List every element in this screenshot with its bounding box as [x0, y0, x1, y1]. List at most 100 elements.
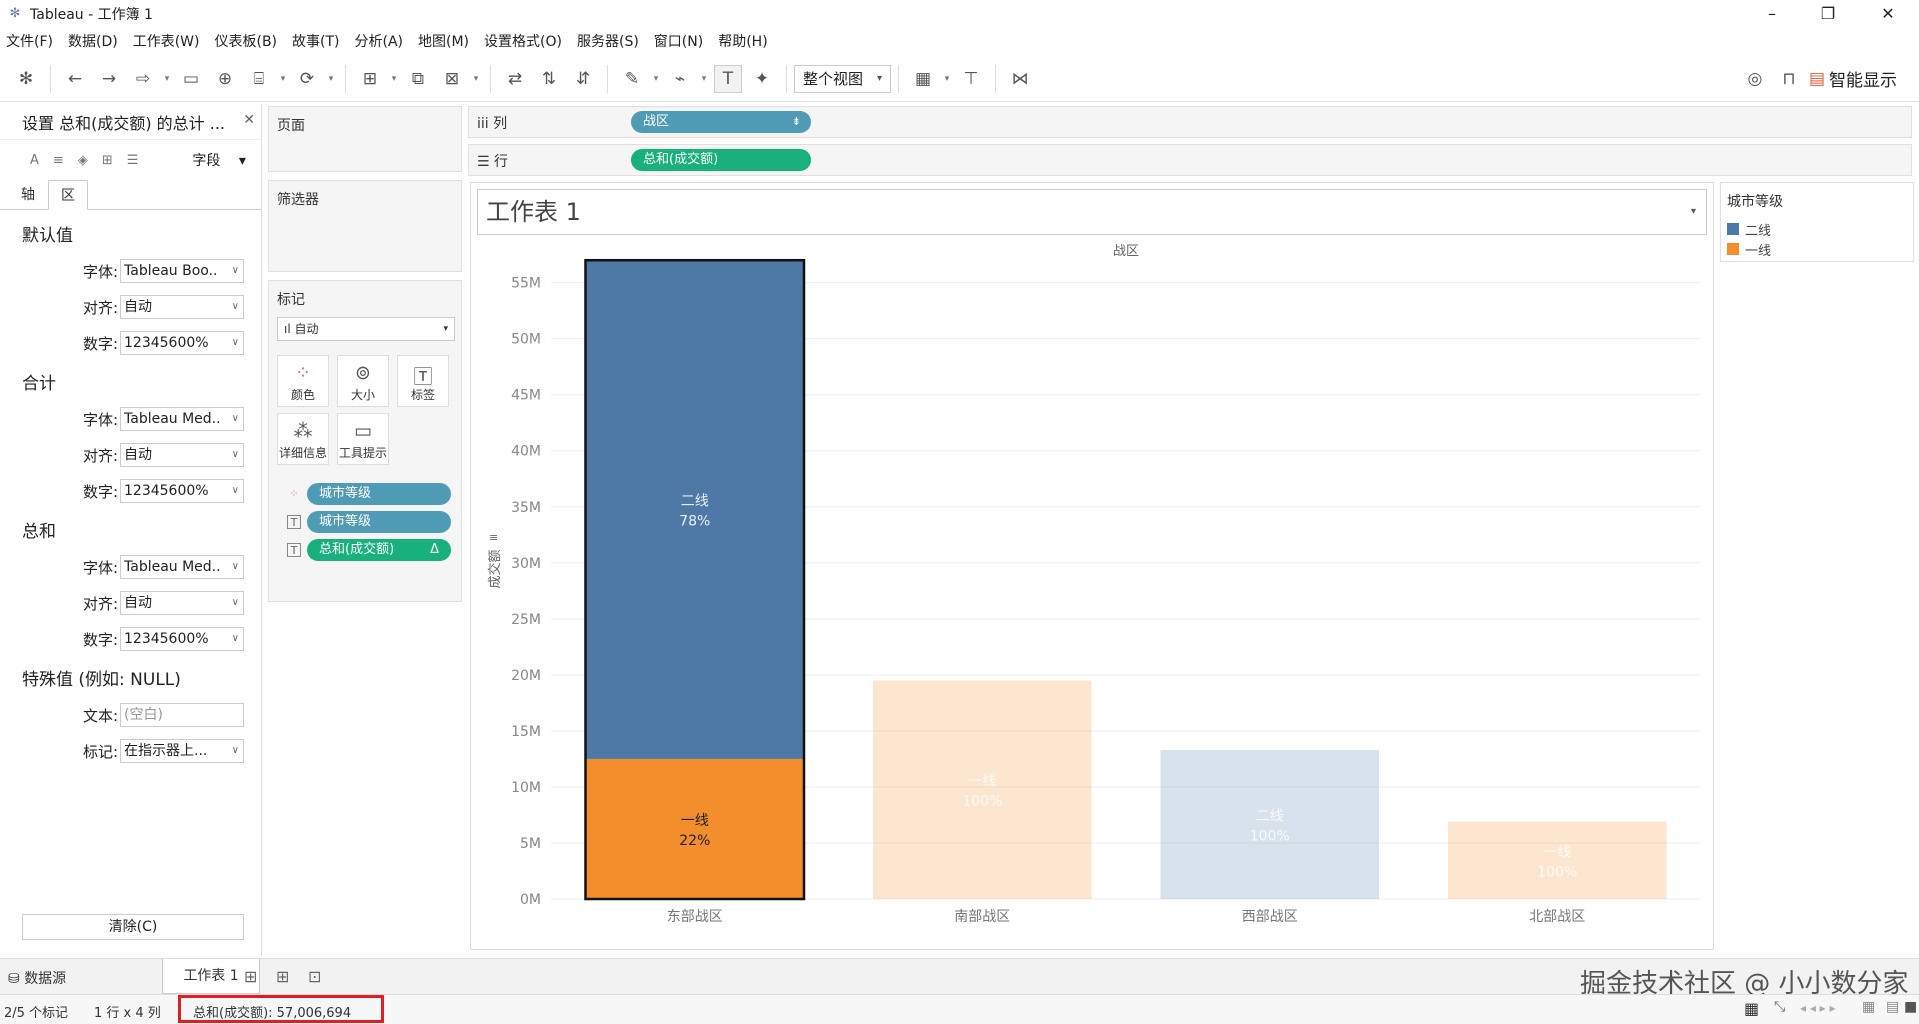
tabs-view-icon[interactable]: ▤ [1886, 999, 1899, 1015]
font-select[interactable]: Tableau Med.. ∨ [120, 555, 244, 579]
show-cards-dropdown-icon[interactable]: ▾ [940, 65, 954, 93]
columns-pill-war-zone[interactable]: 战区 ⇟ [631, 111, 811, 133]
grid-view-icon[interactable]: ▦ [1744, 999, 1759, 1018]
sort-ascending-icon[interactable]: ⇅ [535, 65, 563, 93]
group-members-icon[interactable]: ⌁ [666, 65, 694, 93]
alignment-icon[interactable]: ≡ [53, 153, 64, 168]
lines-icon[interactable]: ☰ [127, 153, 139, 168]
font-select[interactable]: Tableau Boo.. ∨ [120, 259, 244, 283]
new-worksheet-icon[interactable]: ⊞ [244, 967, 257, 986]
refresh-dropdown-icon[interactable]: ▾ [324, 65, 338, 93]
new-worksheet-dropdown-icon[interactable]: ▾ [387, 65, 401, 93]
menu-dashboard[interactable]: 仪表板(B) [214, 31, 277, 51]
rows-pill-sum-amount[interactable]: 总和(成交额) [631, 149, 811, 171]
fix-axes-icon[interactable]: ✦ [748, 65, 776, 93]
menu-format[interactable]: 设置格式(O) [484, 31, 562, 51]
show-me-button[interactable]: ▤ 智能显示 [1809, 65, 1897, 93]
label-button[interactable]: 🅃 标签 [397, 355, 449, 407]
new-worksheet-icon[interactable]: ⊞ [356, 65, 384, 93]
nav-arrows-icon[interactable]: ◂ ◂ ▸ ▸ [1800, 1001, 1836, 1015]
fields-dropdown[interactable]: 字段 ▾ [192, 150, 245, 170]
rows-icon: ☰ [477, 154, 490, 170]
legend-item[interactable]: 一线 [1721, 239, 1913, 259]
size-button[interactable]: ⊚ 大小 [337, 355, 389, 407]
tab-axis[interactable]: 轴 [8, 179, 48, 209]
null-text-input[interactable]: (空白) [120, 703, 244, 727]
pages-card[interactable]: 页面 [268, 106, 462, 172]
duplicate-sheet-icon[interactable]: ⧉ [404, 65, 432, 93]
number-select[interactable]: 12345600% ∨ [120, 479, 244, 503]
highlight-icon[interactable]: ✎ [618, 65, 646, 93]
menu-help[interactable]: 帮助(H) [718, 31, 767, 51]
fit-select[interactable]: 整个视图 ▾ [794, 64, 892, 93]
rows-shelf[interactable]: ☰ 行 总和(成交额) [468, 144, 1912, 176]
alignment-select[interactable]: 自动 ∨ [120, 591, 244, 615]
null-marks-select[interactable]: 在指示器上... ∨ [120, 739, 244, 763]
menu-story[interactable]: 故事(T) [292, 31, 339, 51]
replay-icon[interactable]: ⇨ [129, 65, 157, 93]
marks-pill-city-level-label[interactable]: 城市等级 [307, 511, 451, 533]
tab-pane[interactable]: 区 [48, 180, 88, 210]
share-icon[interactable]: ⋈ [1006, 65, 1034, 93]
new-dashboard-icon[interactable]: ⊞ [276, 967, 289, 986]
datasource-tab[interactable]: ⛁ 数据源 [8, 968, 66, 988]
fit-icon[interactable]: ⤡ [1774, 999, 1785, 1015]
menu-analysis[interactable]: 分析(A) [355, 31, 404, 51]
pause-updates-icon[interactable]: ⌸ [245, 65, 273, 93]
borders-icon[interactable]: ⊞ [102, 153, 113, 168]
marks-pill-city-level-color[interactable]: 城市等级 [307, 483, 451, 505]
detail-button[interactable]: ⁂ 详细信息 [277, 413, 329, 465]
close-icon[interactable]: ✕ [243, 112, 255, 128]
refresh-icon[interactable]: ⟳ [293, 65, 321, 93]
filmstrip-icon[interactable]: ▦ [1862, 999, 1875, 1015]
pause-dropdown-icon[interactable]: ▾ [276, 65, 290, 93]
show-cards-icon[interactable]: ▦ [909, 65, 937, 93]
restore-icon[interactable]: ❐ [1805, 0, 1851, 28]
legend-item[interactable]: 二线 [1721, 219, 1913, 239]
filters-card[interactable]: 筛选器 [268, 180, 462, 272]
alignment-select[interactable]: 自动 ∨ [120, 443, 244, 467]
clear-button[interactable]: 清除(C) [22, 914, 244, 940]
mark-type-select[interactable]: ıl 自动 ▾ [277, 317, 455, 341]
font-icon[interactable]: A [30, 153, 39, 168]
menu-file[interactable]: 文件(F) [6, 31, 53, 51]
menu-map[interactable]: 地图(M) [418, 31, 469, 51]
number-select[interactable]: 12345600% ∨ [120, 627, 244, 651]
new-story-icon[interactable]: ⊡ [308, 967, 321, 986]
number-value: 12345600% [124, 483, 209, 499]
clear-dropdown-icon[interactable]: ▾ [469, 65, 483, 93]
alignment-select[interactable]: 自动 ∨ [120, 295, 244, 319]
close-window-icon[interactable]: ✕ [1865, 0, 1911, 28]
menu-data[interactable]: 数据(D) [68, 31, 118, 51]
number-select[interactable]: 12345600% ∨ [120, 331, 244, 355]
sheet-title[interactable]: 工作表 1 ▾ [477, 189, 1707, 235]
show-mark-labels-icon[interactable]: T [714, 64, 742, 93]
swap-rows-columns-icon[interactable]: ⇄ [501, 65, 529, 93]
columns-shelf[interactable]: iii 列 战区 ⇟ [468, 106, 1912, 138]
save-icon[interactable]: ▭ [177, 65, 205, 93]
new-datasource-icon[interactable]: ⊕ [211, 65, 239, 93]
highlight-dropdown-icon[interactable]: ▾ [649, 65, 663, 93]
single-sheet-icon[interactable]: ■ [1904, 999, 1917, 1015]
redo-icon[interactable]: → [95, 65, 123, 93]
replay-dropdown-icon[interactable]: ▾ [160, 65, 174, 93]
menu-server[interactable]: 服务器(S) [577, 31, 639, 51]
minimize-icon[interactable]: – [1749, 0, 1795, 28]
marks-pill-sum-amount[interactable]: 总和(成交额) Δ [307, 539, 451, 561]
chevron-down-icon[interactable]: ▾ [1691, 190, 1696, 234]
format-painter-icon[interactable]: ⊓ [1775, 65, 1803, 93]
tableau-home-icon[interactable]: ✻ [12, 65, 40, 93]
color-button[interactable]: ⁘ 颜色 [277, 355, 329, 407]
menu-worksheet[interactable]: 工作表(W) [133, 31, 200, 51]
clear-sheet-icon[interactable]: ⊠ [438, 65, 466, 93]
tooltip-button[interactable]: ▭ 工具提示 [337, 413, 389, 465]
database-icon: ⛁ [8, 971, 20, 987]
tableau-public-icon[interactable]: ◎ [1741, 65, 1769, 93]
presentation-mode-icon[interactable]: ⊤ [957, 65, 985, 93]
font-select[interactable]: Tableau Med.. ∨ [120, 407, 244, 431]
undo-icon[interactable]: ← [61, 65, 89, 93]
menu-window[interactable]: 窗口(N) [654, 31, 703, 51]
group-dropdown-icon[interactable]: ▾ [697, 65, 711, 93]
shading-icon[interactable]: ◈ [78, 153, 88, 168]
sort-descending-icon[interactable]: ⇵ [569, 65, 597, 93]
